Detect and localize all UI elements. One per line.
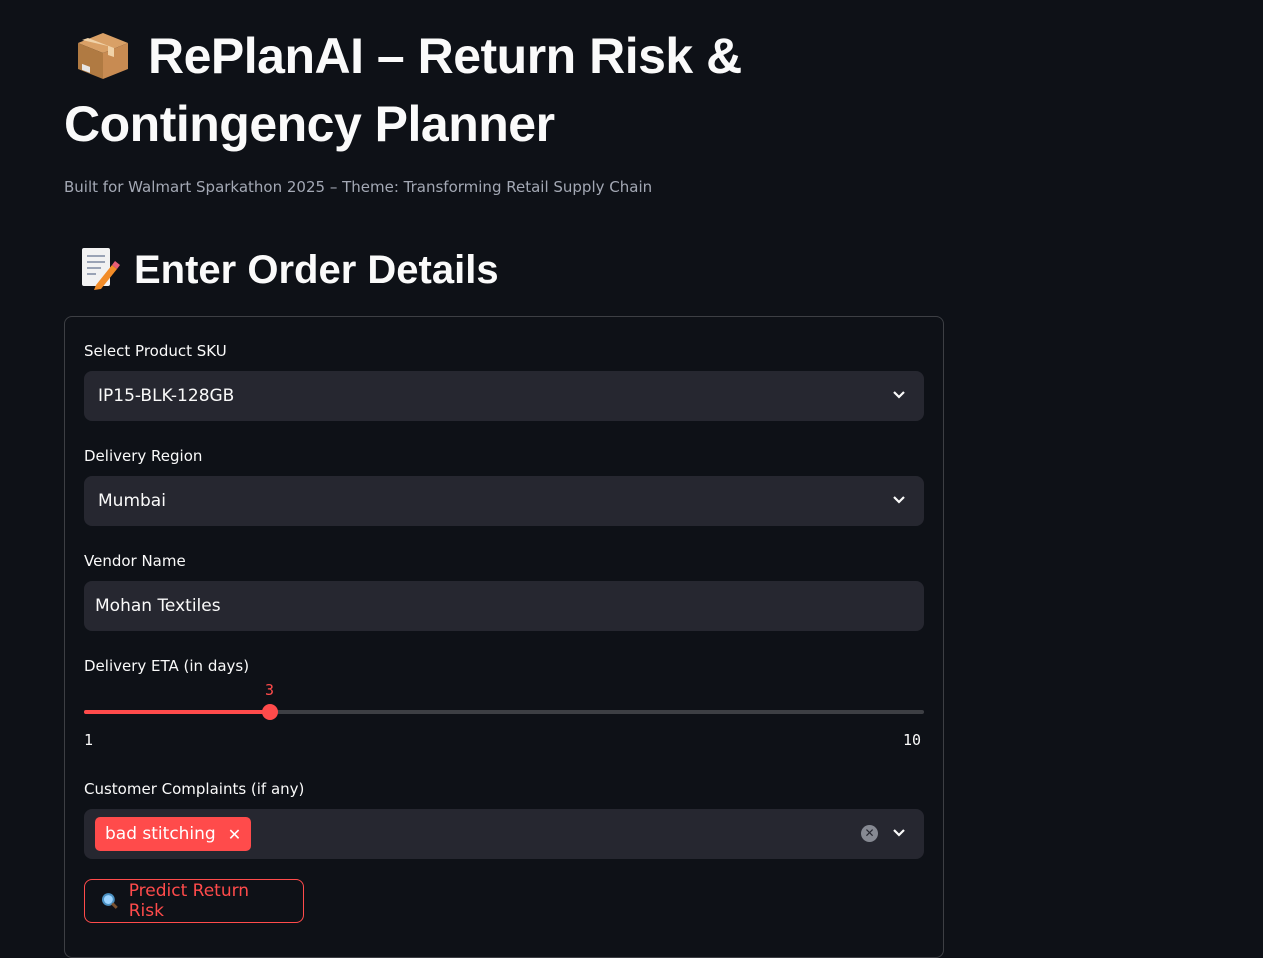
vendor-label: Vendor Name (84, 552, 186, 570)
search-icon (101, 893, 118, 909)
region-select-value: Mumbai (98, 491, 166, 511)
memo-icon (82, 248, 120, 290)
eta-slider-min: 1 (84, 731, 94, 749)
chevron-down-icon (893, 829, 905, 837)
page-title: RePlanAI – Return Risk & Contingency Pla… (64, 22, 824, 158)
eta-slider-value: 3 (265, 681, 275, 699)
eta-label: Delivery ETA (in days) (84, 657, 250, 675)
section-heading-text: Enter Order Details (134, 248, 499, 292)
eta-slider-fill (84, 710, 270, 714)
complaints-multiselect[interactable]: bad stitching ✕ ✕ (84, 809, 924, 859)
sku-select[interactable]: IP15-BLK-128GB (84, 371, 924, 421)
complaint-tag-label: bad stitching (105, 824, 216, 844)
region-select[interactable]: Mumbai (84, 476, 924, 526)
page-caption: Built for Walmart Sparkathon 2025 – Them… (64, 178, 653, 196)
vendor-input-value: Mohan Textiles (95, 596, 221, 616)
package-icon (78, 33, 128, 79)
predict-button-label: Predict Return Risk (128, 881, 250, 921)
page-title-text: RePlanAI – Return Risk & Contingency Pla… (64, 28, 742, 152)
remove-tag-icon[interactable]: ✕ (228, 825, 241, 844)
order-form: Select Product SKU IP15-BLK-128GB Delive… (64, 316, 944, 958)
vendor-input[interactable]: Mohan Textiles (84, 581, 924, 631)
eta-slider[interactable] (84, 704, 924, 720)
clear-all-icon[interactable]: ✕ (861, 825, 878, 842)
section-heading: Enter Order Details (64, 243, 499, 297)
complaint-tag[interactable]: bad stitching ✕ (95, 817, 252, 851)
eta-slider-max: 10 (903, 731, 922, 749)
chevron-down-icon (893, 391, 905, 399)
chevron-down-icon (893, 496, 905, 504)
complaints-label: Customer Complaints (if any) (84, 780, 305, 798)
predict-return-risk-button[interactable]: Predict Return Risk (84, 879, 304, 923)
sku-label: Select Product SKU (84, 342, 227, 360)
region-label: Delivery Region (84, 447, 203, 465)
sku-select-value: IP15-BLK-128GB (98, 386, 235, 406)
eta-slider-thumb[interactable] (262, 704, 278, 720)
